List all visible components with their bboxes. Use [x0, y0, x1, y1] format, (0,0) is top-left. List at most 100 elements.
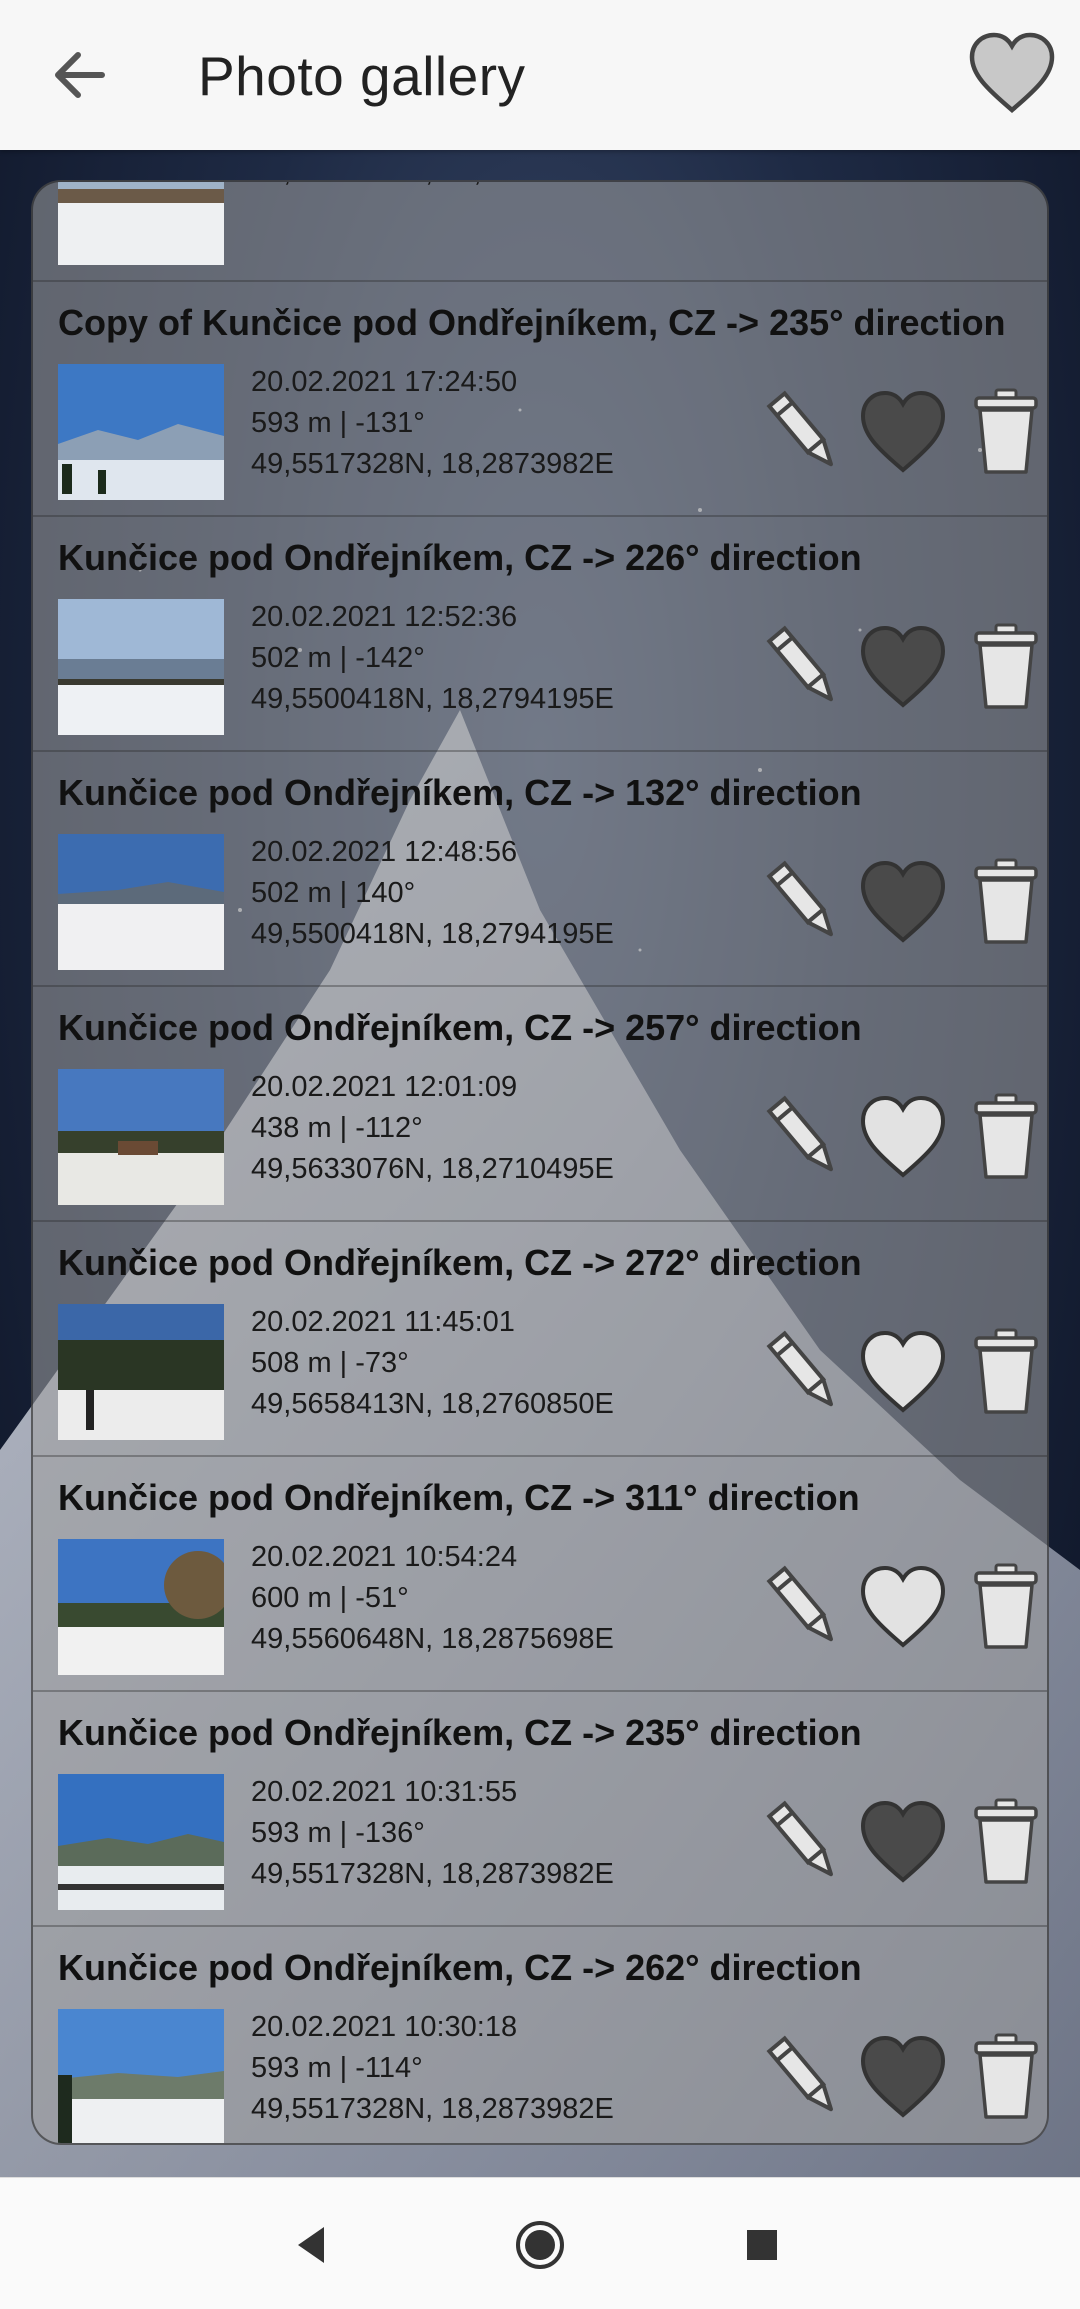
- photo-meta: 20.02.2021 10:54:24 600 m | -51° 49,5560…: [251, 1537, 614, 1660]
- list-item[interactable]: Kunčice pod Ondřejníkem, CZ -> 257° dire…: [33, 987, 1047, 1222]
- heart-filled-icon: [860, 860, 946, 943]
- photo-thumbnail[interactable]: [58, 1774, 224, 1910]
- photo-title: Kunčice pod Ondřejníkem, CZ -> 272° dire…: [58, 1242, 862, 1283]
- page-title: Photo gallery: [198, 45, 526, 107]
- trash-icon: [974, 858, 1038, 944]
- photo-altitude: 502 m | 140°: [251, 877, 416, 909]
- photo-altitude: 593 m | -136°: [251, 1817, 425, 1849]
- app-bar: Photo gallery: [0, 0, 1080, 150]
- nav-back-button[interactable]: [280, 2213, 344, 2277]
- favorite-button[interactable]: [855, 1794, 951, 1890]
- list-item[interactable]: Kunčice pod Ondřejníkem, CZ -> 235° dire…: [33, 1692, 1047, 1927]
- photo-coords: 49,5659202N, 17,9815569E: [251, 182, 614, 193]
- photo-coords: 49,5658413N, 18,2760850E: [251, 1388, 614, 1420]
- heart-filled-icon: [860, 390, 946, 473]
- photo-coords: 49,5517328N, 18,2873982E: [251, 1858, 614, 1890]
- favorite-button[interactable]: [855, 1089, 951, 1185]
- favorite-button[interactable]: [855, 2029, 951, 2125]
- nav-home-button[interactable]: [508, 2213, 572, 2277]
- edit-button[interactable]: [756, 854, 852, 950]
- photo-thumbnail[interactable]: [58, 599, 224, 735]
- photo-thumbnail[interactable]: [58, 1304, 224, 1440]
- delete-button[interactable]: [958, 1089, 1047, 1185]
- pencil-icon: [766, 1330, 833, 1407]
- photo-altitude: 438 m | -112°: [251, 1112, 423, 1144]
- edit-button[interactable]: [756, 1089, 852, 1185]
- heart-outline-icon: [969, 32, 1055, 113]
- heart-filled-icon: [860, 2035, 946, 2118]
- pencil-icon: [766, 625, 833, 702]
- system-nav-bar: [0, 2177, 1080, 2309]
- photo-datetime: 20.02.2021 10:30:18: [251, 2011, 518, 2043]
- favorite-button[interactable]: [855, 854, 951, 950]
- photo-coords: 49,5500418N, 18,2794195E: [251, 918, 614, 950]
- favorite-button[interactable]: [855, 1559, 951, 1655]
- square-recents-icon: [747, 2230, 777, 2260]
- edit-button[interactable]: [756, 619, 852, 715]
- pencil-icon: [766, 1800, 833, 1877]
- photo-thumbnail[interactable]: [58, 1539, 224, 1675]
- trash-icon: [974, 1093, 1038, 1179]
- photo-meta: 20.02.2021 12:01:09 438 m | -112° 49,563…: [251, 1067, 614, 1190]
- favorites-filter-button[interactable]: [966, 30, 1058, 116]
- pencil-icon: [766, 1565, 833, 1642]
- photo-coords: 49,5517328N, 18,2873982E: [251, 448, 614, 480]
- photo-title: Kunčice pod Ondřejníkem, CZ -> 311° dire…: [58, 1477, 860, 1518]
- trash-icon: [974, 623, 1038, 709]
- photo-thumbnail[interactable]: [58, 364, 224, 500]
- photo-altitude: 593 m | -114°: [251, 2052, 423, 2084]
- photo-meta: 20.02.2021 12:48:56 502 m | 140° 49,5500…: [251, 832, 614, 955]
- photo-altitude: 593 m | -131°: [251, 407, 425, 439]
- list-item[interactable]: Kunčice pod Ondřejníkem, CZ -> 132° dire…: [33, 752, 1047, 987]
- trash-icon: [974, 1563, 1038, 1649]
- photo-title: Kunčice pod Ondřejníkem, CZ -> 235° dire…: [58, 1712, 862, 1753]
- photo-list[interactable]: 49,5659202N, 17,9815569E Copy of Kunčice…: [31, 180, 1049, 2145]
- photo-thumbnail[interactable]: [58, 182, 224, 265]
- circle-home-icon: [516, 2221, 564, 2269]
- photo-coords: 49,5560648N, 18,2875698E: [251, 1623, 614, 1655]
- trash-icon: [974, 1798, 1038, 1884]
- edit-button[interactable]: [756, 1794, 852, 1890]
- trash-icon: [974, 1328, 1038, 1414]
- delete-button[interactable]: [958, 1324, 1047, 1420]
- delete-button[interactable]: [958, 2029, 1047, 2125]
- photo-title: Kunčice pod Ondřejníkem, CZ -> 257° dire…: [58, 1007, 862, 1048]
- photo-thumbnail[interactable]: [58, 834, 224, 970]
- photo-coords: 49,5517328N, 18,2873982E: [251, 2093, 614, 2125]
- photo-datetime: 20.02.2021 10:54:24: [251, 1541, 518, 1573]
- delete-button[interactable]: [958, 619, 1047, 715]
- photo-meta: 20.02.2021 12:52:36 502 m | -142° 49,550…: [251, 597, 614, 720]
- nav-recents-button[interactable]: [730, 2213, 794, 2277]
- photo-datetime: 20.02.2021 12:52:36: [251, 601, 518, 633]
- heart-filled-icon: [860, 625, 946, 708]
- delete-button[interactable]: [958, 384, 1047, 480]
- list-item[interactable]: Copy of Kunčice pod Ondřejníkem, CZ -> 2…: [33, 282, 1047, 517]
- list-item[interactable]: Kunčice pod Ondřejníkem, CZ -> 272° dire…: [33, 1222, 1047, 1457]
- list-item-partial[interactable]: 49,5659202N, 17,9815569E: [33, 182, 1047, 282]
- photo-meta: 20.02.2021 11:45:01 508 m | -73° 49,5658…: [251, 1302, 614, 1425]
- heart-filled-icon: [860, 1800, 946, 1883]
- photo-thumbnail[interactable]: [58, 1069, 224, 1205]
- favorite-button[interactable]: [855, 619, 951, 715]
- delete-button[interactable]: [958, 854, 1047, 950]
- photo-meta: 20.02.2021 17:24:50 593 m | -131° 49,551…: [251, 362, 614, 485]
- edit-button[interactable]: [756, 1559, 852, 1655]
- edit-button[interactable]: [756, 2029, 852, 2125]
- photo-thumbnail[interactable]: [58, 2009, 224, 2143]
- photo-title: Kunčice pod Ondřejníkem, CZ -> 262° dire…: [58, 1947, 862, 1988]
- list-item[interactable]: Kunčice pod Ondřejníkem, CZ -> 262° dire…: [33, 1927, 1047, 2143]
- photo-datetime: 20.02.2021 11:45:01: [251, 1306, 515, 1338]
- heart-outline-icon: [860, 1565, 946, 1648]
- triangle-back-icon: [298, 2227, 324, 2263]
- favorite-button[interactable]: [855, 1324, 951, 1420]
- delete-button[interactable]: [958, 1559, 1047, 1655]
- edit-button[interactable]: [756, 384, 852, 480]
- pencil-icon: [766, 860, 833, 937]
- list-item[interactable]: Kunčice pod Ondřejníkem, CZ -> 311° dire…: [33, 1457, 1047, 1692]
- edit-button[interactable]: [756, 1324, 852, 1420]
- back-button[interactable]: [40, 35, 120, 115]
- list-item[interactable]: Kunčice pod Ondřejníkem, CZ -> 226° dire…: [33, 517, 1047, 752]
- favorite-button[interactable]: [855, 384, 951, 480]
- pencil-icon: [766, 390, 833, 467]
- delete-button[interactable]: [958, 1794, 1047, 1890]
